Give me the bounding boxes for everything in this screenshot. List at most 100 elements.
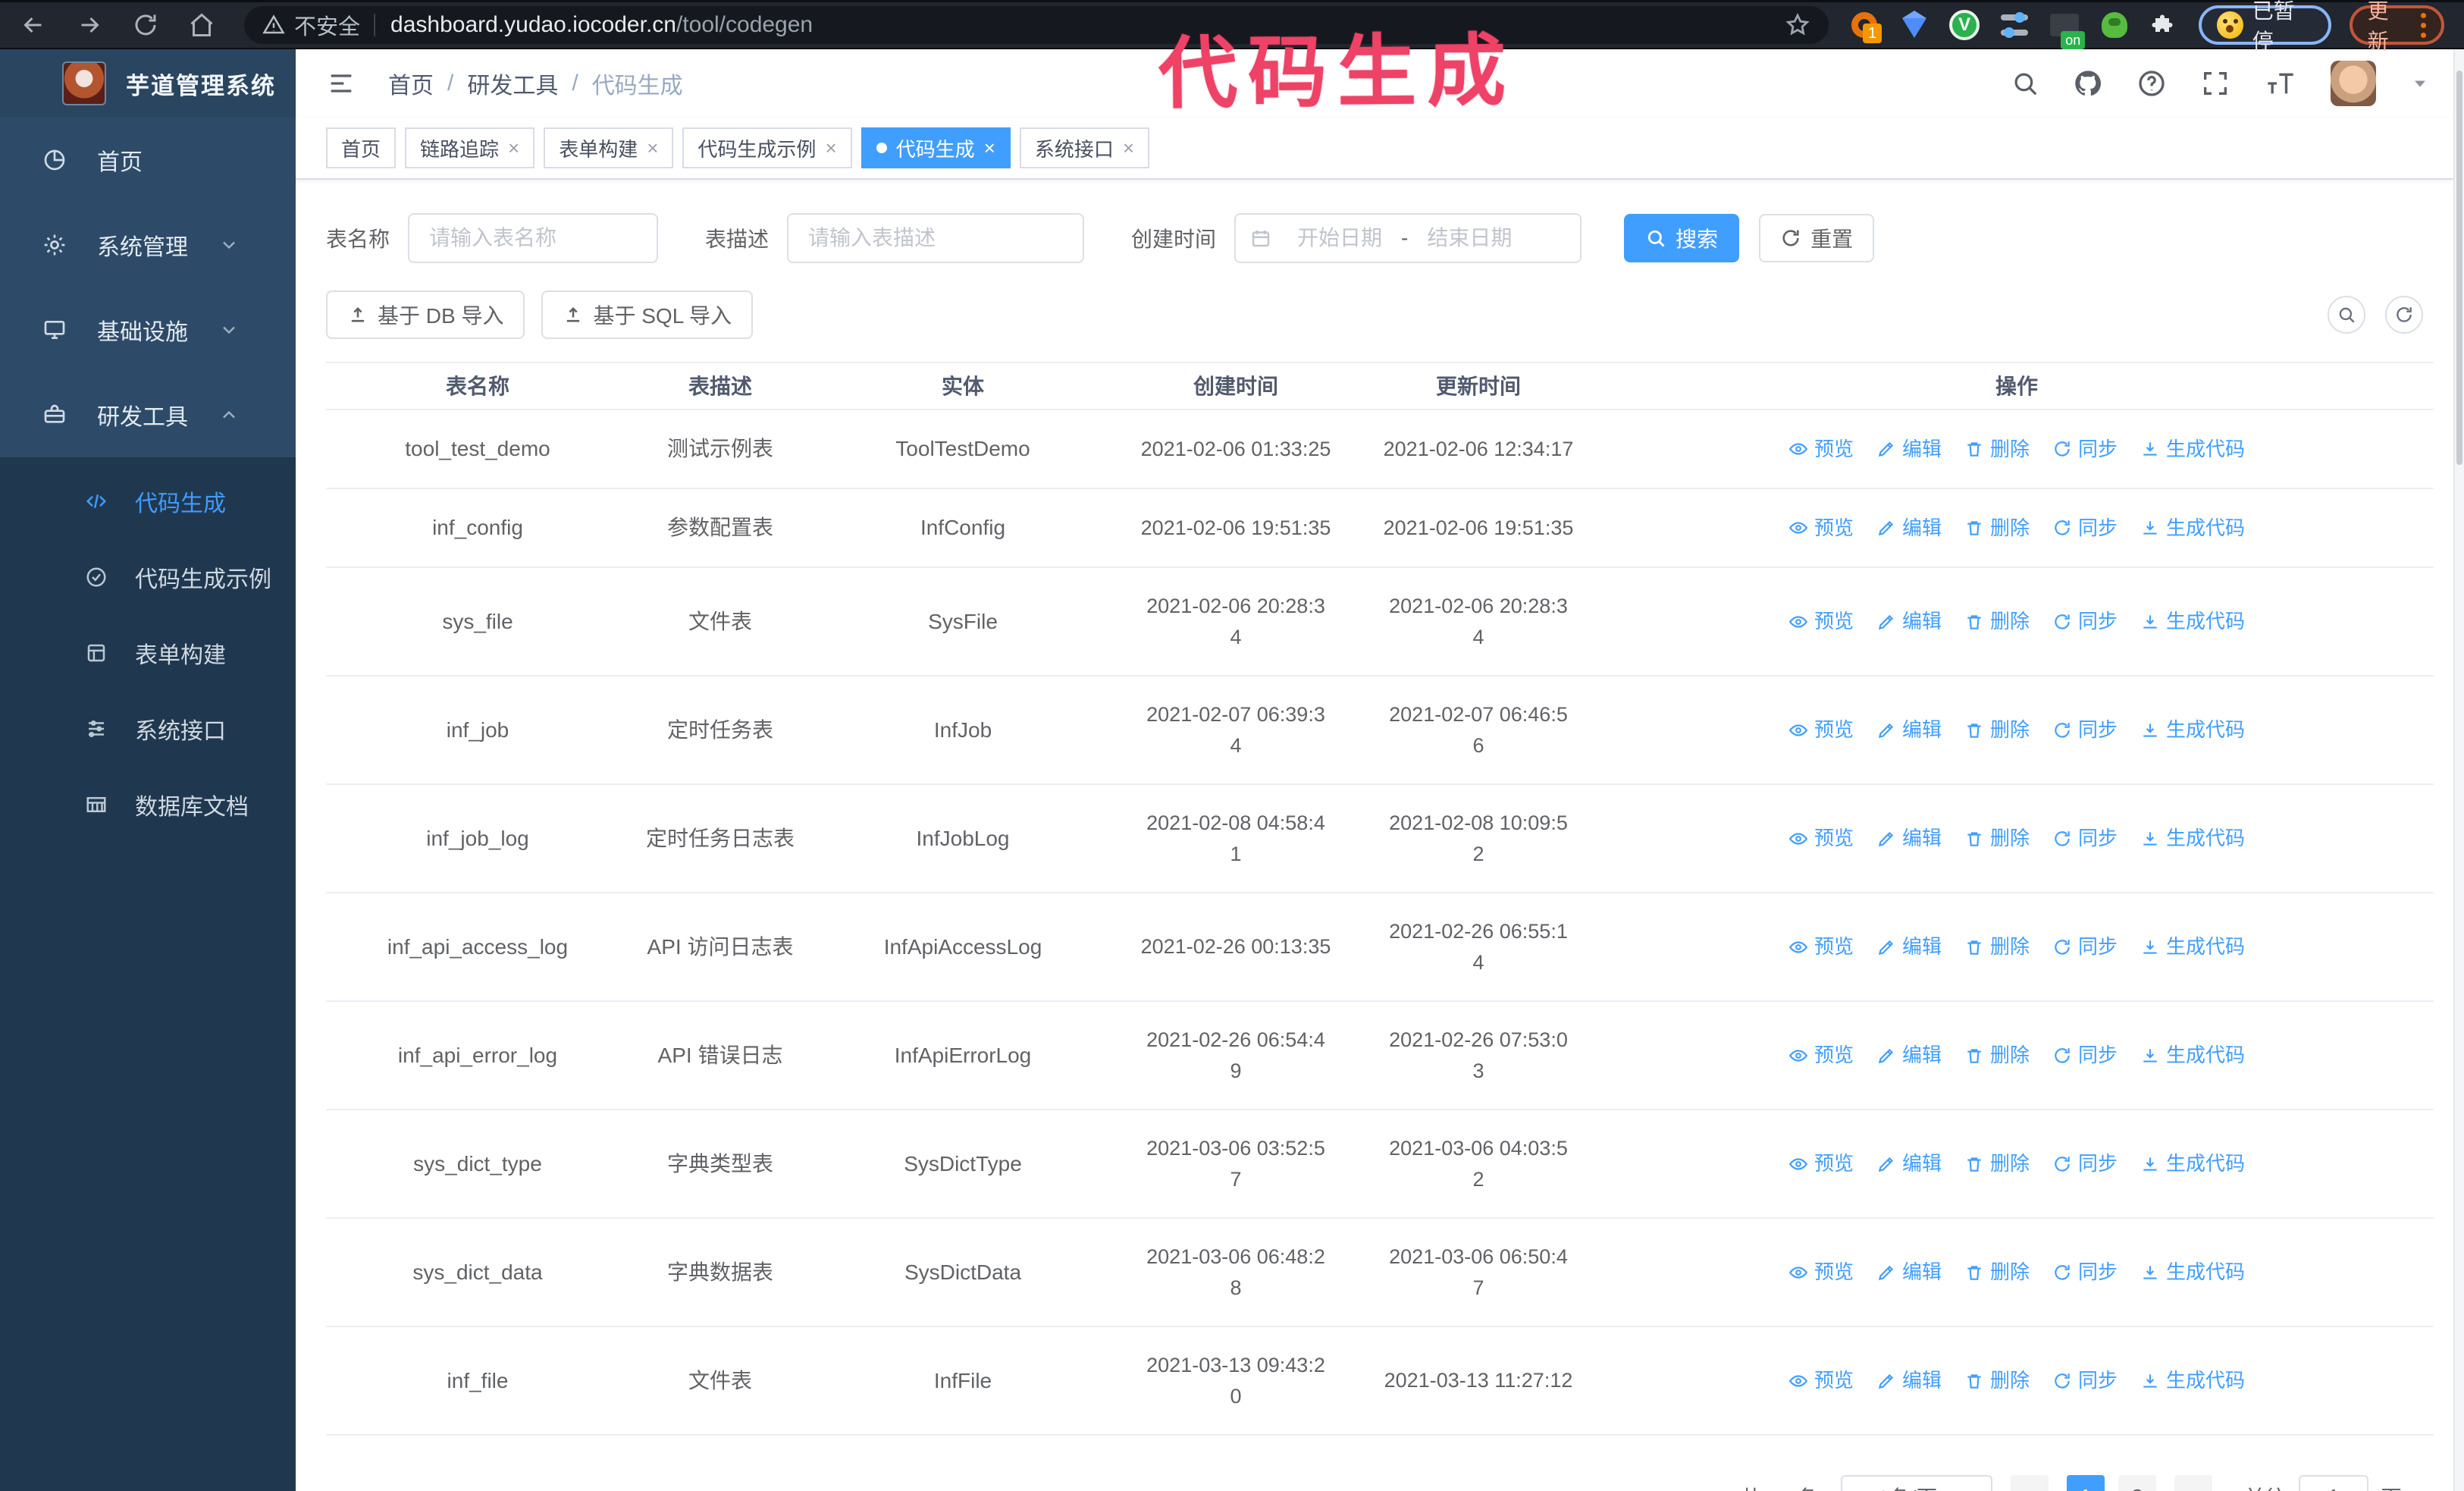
extension-v-icon[interactable]: V — [1948, 8, 1980, 42]
row-action-delete[interactable]: 删除 — [1964, 513, 2030, 543]
sidebar-subitem-4[interactable]: 数据库文档 — [0, 767, 296, 843]
row-action-edit[interactable]: 编辑 — [1876, 715, 1942, 745]
import-db-button[interactable]: 基于 DB 导入 — [326, 290, 525, 339]
hamburger-icon[interactable] — [326, 68, 356, 99]
page-size-select[interactable]: 10条/页 — [1840, 1475, 1992, 1491]
column-header-5[interactable]: 操作 — [1600, 363, 2434, 410]
page-button-1[interactable]: 1 — [2066, 1475, 2105, 1491]
row-action-eye[interactable]: 预览 — [1788, 1366, 1854, 1395]
sidebar-item-3[interactable]: 研发工具 — [0, 372, 296, 457]
show-search-circle-button[interactable] — [2328, 296, 2365, 334]
fullscreen-icon[interactable] — [2200, 68, 2230, 99]
user-avatar[interactable] — [2331, 61, 2376, 106]
column-header-2[interactable]: 实体 — [811, 363, 1114, 410]
browser-reload-icon[interactable] — [132, 11, 159, 39]
column-header-4[interactable]: 更新时间 — [1357, 363, 1600, 410]
browser-forward-icon[interactable] — [76, 11, 103, 39]
prev-page-button[interactable]: < — [2010, 1475, 2049, 1491]
row-action-download[interactable]: 生成代码 — [2140, 1257, 2245, 1287]
header-search-icon[interactable] — [2011, 69, 2039, 98]
browser-menu-icon[interactable] — [2421, 12, 2427, 38]
row-action-eye[interactable]: 预览 — [1788, 607, 1854, 636]
browser-home-icon[interactable] — [188, 11, 215, 39]
table-desc-input[interactable] — [787, 213, 1085, 263]
row-action-edit[interactable]: 编辑 — [1876, 824, 1942, 853]
row-action-delete[interactable]: 删除 — [1964, 607, 2030, 636]
refresh-circle-button[interactable] — [2385, 296, 2423, 334]
row-action-edit[interactable]: 编辑 — [1876, 932, 1942, 962]
row-action-sync[interactable]: 同步 — [2052, 1366, 2118, 1395]
row-action-download[interactable]: 生成代码 — [2140, 513, 2245, 543]
page-scrollbar[interactable] — [2453, 49, 2464, 1491]
tab-close-icon[interactable]: × — [647, 137, 658, 160]
row-action-delete[interactable]: 删除 — [1964, 715, 2030, 745]
row-action-edit[interactable]: 编辑 — [1876, 513, 1942, 543]
row-action-sync[interactable]: 同步 — [2052, 607, 2118, 636]
tab-close-icon[interactable]: × — [825, 137, 836, 160]
avatar-caret-down-icon[interactable] — [2409, 73, 2431, 94]
row-action-edit[interactable]: 编辑 — [1876, 1041, 1942, 1070]
sidebar-subitem-1[interactable]: 代码生成示例 — [0, 539, 296, 615]
row-action-delete[interactable]: 删除 — [1964, 824, 2030, 853]
row-action-sync[interactable]: 同步 — [2052, 824, 2118, 853]
sidebar-subitem-0[interactable]: 代码生成 — [0, 463, 296, 539]
date-range-picker[interactable]: - — [1234, 213, 1582, 263]
sidebar-item-2[interactable]: 基础设施 — [0, 287, 296, 372]
tab-4[interactable]: 代码生成 × — [861, 127, 1011, 168]
row-action-eye[interactable]: 预览 — [1788, 1257, 1854, 1287]
row-action-download[interactable]: 生成代码 — [2140, 435, 2245, 464]
extension-server-icon[interactable]: on — [2049, 8, 2086, 49]
browser-update-badge[interactable]: 更新 — [2349, 0, 2445, 53]
row-action-download[interactable]: 生成代码 — [2140, 1149, 2245, 1179]
row-action-eye[interactable]: 预览 — [1788, 435, 1854, 464]
next-page-button[interactable]: > — [2174, 1475, 2212, 1491]
row-action-download[interactable]: 生成代码 — [2140, 715, 2245, 745]
column-header-3[interactable]: 创建时间 — [1114, 363, 1357, 410]
app-logo-row[interactable]: 芋道管理系统 — [0, 49, 296, 118]
row-action-download[interactable]: 生成代码 — [2140, 1366, 2245, 1395]
page-button-2[interactable]: 2 — [2118, 1475, 2156, 1491]
row-action-eye[interactable]: 预览 — [1788, 932, 1854, 962]
row-action-sync[interactable]: 同步 — [2052, 1041, 2118, 1070]
extension-gem-icon[interactable] — [1898, 8, 1930, 42]
breadcrumb-home[interactable]: 首页 — [388, 67, 434, 100]
start-date-input[interactable] — [1283, 226, 1397, 250]
row-action-sync[interactable]: 同步 — [2052, 513, 2118, 543]
row-action-eye[interactable]: 预览 — [1788, 715, 1854, 745]
column-header-0[interactable]: 表名称 — [326, 363, 629, 410]
search-button[interactable]: 搜索 — [1624, 214, 1740, 262]
row-action-delete[interactable]: 删除 — [1964, 1149, 2030, 1179]
sidebar-subitem-2[interactable]: 表单构建 — [0, 615, 296, 691]
row-action-download[interactable]: 生成代码 — [2140, 1041, 2245, 1070]
row-action-sync[interactable]: 同步 — [2052, 715, 2118, 745]
tab-1[interactable]: 链路追踪 × — [405, 127, 535, 168]
extension-orange-icon[interactable]: 1 — [1848, 8, 1882, 43]
row-action-edit[interactable]: 编辑 — [1876, 435, 1942, 464]
sidebar-subitem-3[interactable]: 系统接口 — [0, 691, 296, 767]
tab-close-icon[interactable]: × — [508, 137, 519, 160]
row-action-eye[interactable]: 预览 — [1788, 1041, 1854, 1070]
breadcrumb-tools[interactable]: 研发工具 — [467, 67, 558, 100]
extension-sliders-icon[interactable] — [1998, 8, 2030, 42]
row-action-eye[interactable]: 预览 — [1788, 1149, 1854, 1179]
help-icon[interactable] — [2136, 68, 2167, 99]
profile-paused-badge[interactable]: 已暂停 — [2199, 0, 2331, 53]
row-action-edit[interactable]: 编辑 — [1876, 1257, 1942, 1287]
row-action-edit[interactable]: 编辑 — [1876, 607, 1942, 636]
extension-green-bot-icon[interactable] — [2099, 8, 2130, 42]
tab-5[interactable]: 系统接口 × — [1019, 127, 1150, 168]
row-action-sync[interactable]: 同步 — [2052, 932, 2118, 962]
row-action-delete[interactable]: 删除 — [1964, 435, 2030, 464]
tab-3[interactable]: 代码生成示例 × — [682, 127, 852, 168]
row-action-delete[interactable]: 删除 — [1964, 1041, 2030, 1070]
tab-close-icon[interactable]: × — [1123, 137, 1134, 160]
import-sql-button[interactable]: 基于 SQL 导入 — [541, 290, 754, 339]
address-bar[interactable]: 不安全 dashboard.yudao.iocoder.cn /tool/cod… — [244, 6, 1829, 44]
table-name-input[interactable] — [408, 213, 659, 263]
row-action-sync[interactable]: 同步 — [2052, 435, 2118, 464]
row-action-eye[interactable]: 预览 — [1788, 824, 1854, 853]
tab-0[interactable]: 首页 — [326, 127, 397, 168]
bookmark-star-icon[interactable] — [1785, 12, 1810, 38]
browser-back-icon[interactable] — [20, 11, 47, 39]
row-action-delete[interactable]: 删除 — [1964, 1257, 2030, 1287]
